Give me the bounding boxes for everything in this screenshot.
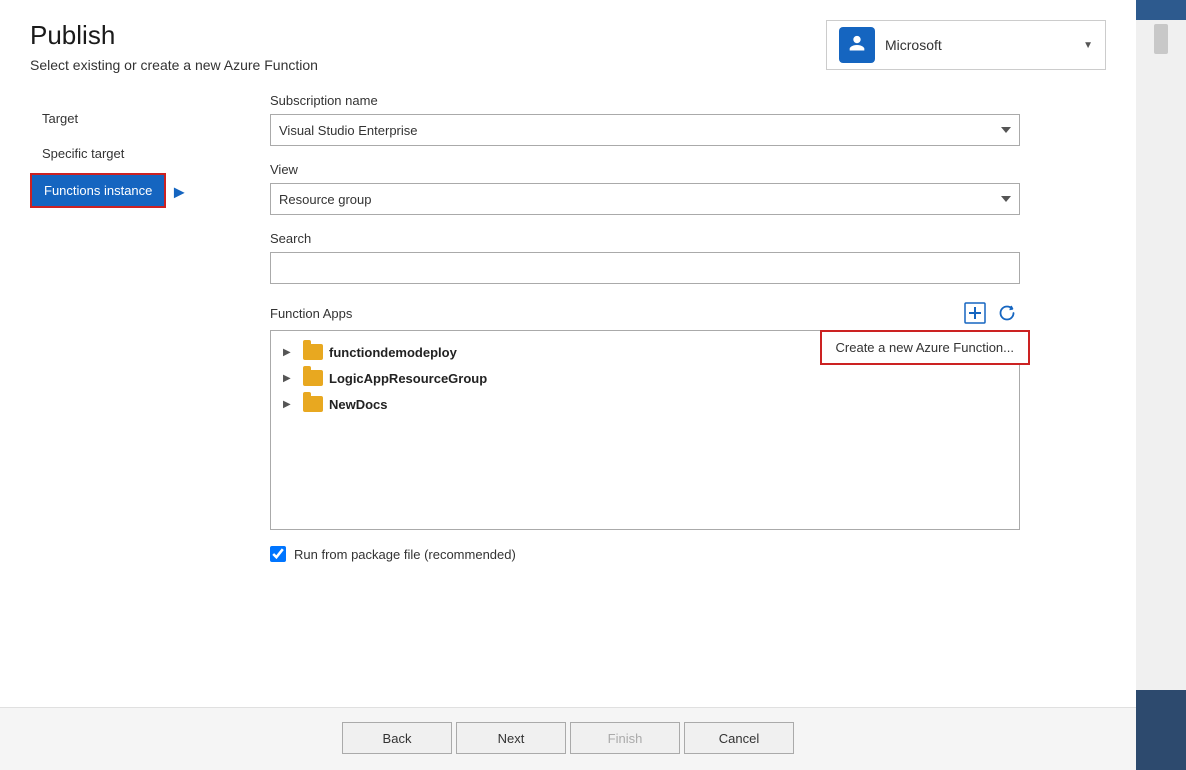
subscription-label: Subscription name	[270, 93, 1116, 108]
account-dropdown-arrow: ▼	[1083, 40, 1093, 51]
tree-item-label-3: NewDocs	[329, 397, 388, 412]
nav-item-target[interactable]: Target	[30, 103, 240, 134]
tree-item-newdocs[interactable]: ▶ NewDocs	[275, 391, 1015, 417]
folder-icon-3	[303, 396, 323, 412]
view-label: View	[270, 162, 1116, 177]
left-nav: Target Specific target Functions instanc…	[30, 83, 240, 707]
view-select[interactable]: Resource group	[270, 183, 1020, 215]
footer: Back Next Finish Cancel	[0, 707, 1136, 770]
subscription-group: Subscription name Visual Studio Enterpri…	[270, 93, 1116, 146]
create-azure-function-tooltip[interactable]: Create a new Azure Function...	[820, 330, 1030, 365]
tree-item-logicappresourcegroup[interactable]: ▶ LogicAppResourceGroup	[275, 365, 1015, 391]
next-button[interactable]: Next	[456, 722, 566, 754]
folder-icon-1	[303, 344, 323, 360]
tree-item-label-2: LogicAppResourceGroup	[329, 371, 487, 386]
page-subtitle: Select existing or create a new Azure Fu…	[30, 57, 318, 73]
form-area: Subscription name Visual Studio Enterpri…	[240, 83, 1136, 707]
search-group: Search	[270, 231, 1116, 284]
sidebar-top-bar	[1136, 0, 1186, 20]
refresh-button[interactable]	[994, 300, 1020, 326]
sidebar-bottom-bar	[1136, 690, 1186, 770]
right-sidebar	[1136, 0, 1186, 770]
tree-item-label-1: functiondemodeploy	[329, 345, 457, 360]
nav-item-specific-target[interactable]: Specific target	[30, 138, 240, 169]
function-apps-header: Function Apps	[270, 300, 1020, 326]
function-apps-group: Function Apps	[270, 300, 1116, 530]
expand-icon-3: ▶	[283, 399, 299, 410]
nav-item-functions-instance[interactable]: Functions instance	[30, 173, 166, 208]
run-from-package-checkbox[interactable]	[270, 546, 286, 562]
scrollbar-thumb[interactable]	[1154, 24, 1168, 54]
subscription-select[interactable]: Visual Studio Enterprise	[270, 114, 1020, 146]
folder-icon-2	[303, 370, 323, 386]
back-button[interactable]: Back	[342, 722, 452, 754]
expand-icon-2: ▶	[283, 373, 299, 384]
finish-button[interactable]: Finish	[570, 722, 680, 754]
account-icon	[839, 27, 875, 63]
search-label: Search	[270, 231, 1116, 246]
view-group: View Resource group	[270, 162, 1116, 215]
page-title: Publish	[30, 20, 318, 51]
run-from-package-row: Run from package file (recommended)	[270, 546, 1116, 562]
function-apps-label: Function Apps	[270, 306, 352, 321]
add-function-button[interactable]	[962, 300, 988, 326]
function-apps-actions: Create a new Azure Function...	[962, 300, 1020, 326]
run-from-package-label: Run from package file (recommended)	[294, 547, 516, 562]
search-input[interactable]	[270, 252, 1020, 284]
account-selector[interactable]: Microsoft ▼	[826, 20, 1106, 70]
active-nav-arrow: ►	[170, 182, 188, 203]
account-name: Microsoft	[885, 37, 1073, 53]
sidebar-scroll-area	[1136, 20, 1186, 690]
expand-icon-1: ▶	[283, 347, 299, 358]
nav-item-functions-instance-label: Functions instance	[44, 183, 152, 198]
create-tooltip-text: Create a new Azure Function...	[836, 340, 1014, 355]
cancel-button[interactable]: Cancel	[684, 722, 794, 754]
